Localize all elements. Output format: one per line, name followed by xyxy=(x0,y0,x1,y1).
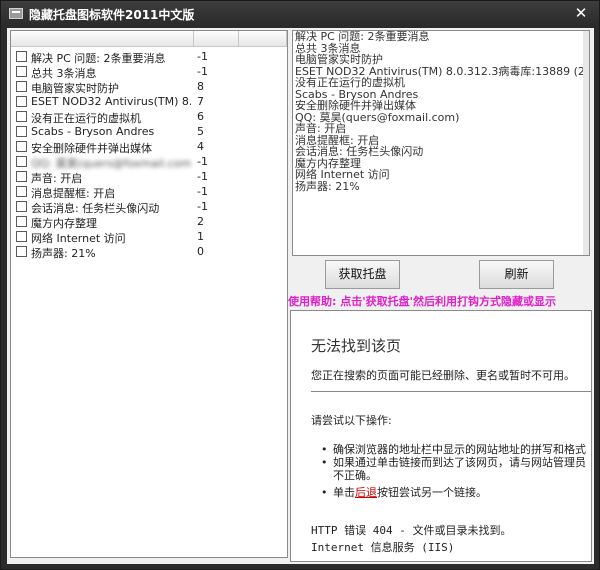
info-line: 没有正在运行的虚拟机 xyxy=(295,76,405,89)
suggestion-text: 确保浏览器的地址栏中显示的网站地址的拼写和格式 xyxy=(333,443,586,456)
bullet-icon: • xyxy=(321,486,328,499)
item-count: 0 xyxy=(197,245,204,258)
list-item[interactable]: ESET NOD32 Antivirus(TM) 8.0.31... 7 xyxy=(11,94,287,109)
list-item[interactable]: 会话消息: 任务栏头像闪动 -1 xyxy=(11,199,287,215)
bullet-icon: • xyxy=(321,443,328,456)
checkbox[interactable] xyxy=(16,201,27,212)
item-count: 5 xyxy=(197,125,204,138)
checkbox[interactable] xyxy=(16,81,27,92)
tray-icon-list[interactable]: 解决 PC 问题: 2条重要消息 -1 总共 3条消息 -1 电脑管家实时防护 … xyxy=(10,30,288,558)
item-name: 扬声器: 21% xyxy=(31,247,96,260)
app-icon xyxy=(9,8,23,19)
list-header-extra[interactable] xyxy=(239,31,287,47)
item-count: -1 xyxy=(197,185,208,198)
info-line: 网络 Internet 访问 xyxy=(295,168,390,181)
checkbox[interactable] xyxy=(16,216,27,227)
list-item[interactable]: 扬声器: 21% 0 xyxy=(11,244,287,260)
checkbox[interactable] xyxy=(16,126,27,137)
app-window: 隐藏托盘图标软件2011中文版 ✕ 解决 PC 问题: 2条重要消息 -1 总共… xyxy=(0,0,600,570)
server-name-text: Internet 信息服务 (IIS) xyxy=(311,541,455,554)
get-tray-button[interactable]: 获取托盘 xyxy=(325,260,400,289)
item-count: 8 xyxy=(197,80,204,93)
list-item[interactable]: QQ: 莫昊(quers@foxmail.com) -1 xyxy=(11,154,287,170)
item-count: 4 xyxy=(197,140,204,153)
bullet-icon: • xyxy=(321,456,328,469)
item-count: -1 xyxy=(197,200,208,213)
item-count: -1 xyxy=(197,170,208,183)
item-name: Scabs - Bryson Andres xyxy=(31,125,155,138)
item-count: -1 xyxy=(197,155,208,168)
checkbox[interactable] xyxy=(16,51,27,62)
list-item[interactable]: 网络 Internet 访问 1 xyxy=(11,229,287,245)
close-button[interactable]: ✕ xyxy=(573,5,589,21)
suggestion-list: • 确保浏览器的地址栏中显示的网站地址的拼写和格式 • 如果通过单击链接而到达了… xyxy=(321,443,591,499)
item-count: 7 xyxy=(197,95,204,108)
checkbox[interactable] xyxy=(16,231,27,242)
item-count: 6 xyxy=(197,110,204,123)
suggestion-text: 单击 xyxy=(333,486,355,499)
list-item[interactable]: Scabs - Bryson Andres 5 xyxy=(11,124,287,139)
list-item[interactable]: 总共 3条消息 -1 xyxy=(11,64,287,80)
suggestion-text: 按钮尝试另一个链接。 xyxy=(377,486,487,499)
info-line: 解决 PC 问题: 2条重要消息 xyxy=(295,30,430,43)
checkbox[interactable] xyxy=(16,171,27,182)
title-bar[interactable]: 隐藏托盘图标软件2011中文版 ✕ xyxy=(1,1,599,27)
item-count: 1 xyxy=(197,230,204,243)
info-line: 电脑管家实时防护 xyxy=(295,53,383,66)
checkbox[interactable] xyxy=(16,186,27,197)
info-line: 声音: 开启 xyxy=(295,122,347,135)
list-header xyxy=(11,31,287,47)
window-title: 隐藏托盘图标软件2011中文版 xyxy=(29,8,195,22)
suggestion-item: • 确保浏览器的地址栏中显示的网站地址的拼写和格式 xyxy=(321,443,591,456)
suggestion-item: • 如果通过单击链接而到达了该网页，请与网站管理员 xyxy=(321,456,591,469)
checkbox[interactable] xyxy=(16,141,27,152)
checkbox[interactable] xyxy=(16,66,27,77)
list-item[interactable]: 安全删除硬件并弹出媒体 4 xyxy=(11,139,287,155)
divider xyxy=(311,391,591,392)
list-item[interactable]: 消息提醒框: 开启 -1 xyxy=(11,184,287,200)
info-line: 安全删除硬件并弹出媒体 xyxy=(295,99,416,112)
list-item[interactable]: 魔方内存整理 2 xyxy=(11,214,287,230)
info-line: 会话消息: 任务栏头像闪动 xyxy=(295,145,424,158)
checkbox[interactable] xyxy=(16,246,27,257)
list-item[interactable]: 电脑管家实时防护 8 xyxy=(11,79,287,95)
item-count: -1 xyxy=(197,50,208,63)
list-item[interactable]: 解决 PC 问题: 2条重要消息 -1 xyxy=(11,49,287,65)
list-item[interactable]: 没有正在运行的虚拟机 6 xyxy=(11,109,287,125)
help-text: 使用帮助: 点击'获取托盘'然后利用打钩方式隐藏或显示 xyxy=(288,295,556,308)
back-link[interactable]: 后退 xyxy=(355,486,377,499)
list-item[interactable]: 声音: 开启 -1 xyxy=(11,169,287,185)
suggestion-text: 不正确。 xyxy=(333,469,377,482)
suggestion-item: • 单击后退按钮尝试另一个链接。 xyxy=(321,486,591,499)
suggestion-text: 如果通过单击链接而到达了该网页，请与网站管理员 xyxy=(333,456,586,469)
http-error-text: HTTP 错误 404 - 文件或目录未找到。 xyxy=(311,524,512,537)
checkbox[interactable] xyxy=(16,111,27,122)
try-heading: 请尝试以下操作: xyxy=(311,414,392,427)
item-count: 2 xyxy=(197,215,204,228)
item-name: ESET NOD32 Antivirus(TM) 8.0.31... xyxy=(31,95,191,108)
checkbox[interactable] xyxy=(16,96,27,107)
client-area: 解决 PC 问题: 2条重要消息 -1 总共 3条消息 -1 电脑管家实时防护 … xyxy=(7,28,594,564)
error-title: 无法找到该页 xyxy=(311,337,402,355)
error-description: 您正在搜索的页面可能已经删除、更名或暂时不可用。 xyxy=(311,369,575,382)
info-line: 扬声器: 21% xyxy=(295,179,360,193)
refresh-button[interactable]: 刷新 xyxy=(479,260,554,289)
embedded-browser[interactable]: 无法找到该页 您正在搜索的页面可能已经删除、更名或暂时不可用。 请尝试以下操作:… xyxy=(290,310,592,562)
suggestion-item-continued: 不正确。 xyxy=(321,469,591,482)
item-count: -1 xyxy=(197,65,208,78)
list-header-count[interactable] xyxy=(194,31,239,47)
tray-info-textbox[interactable]: 解决 PC 问题: 2条重要消息 总共 3条消息 电脑管家实时防护 ESET N… xyxy=(292,30,590,256)
textbox-scrollbar[interactable] xyxy=(583,31,589,255)
list-header-name[interactable] xyxy=(11,31,194,47)
checkbox[interactable] xyxy=(16,156,27,167)
